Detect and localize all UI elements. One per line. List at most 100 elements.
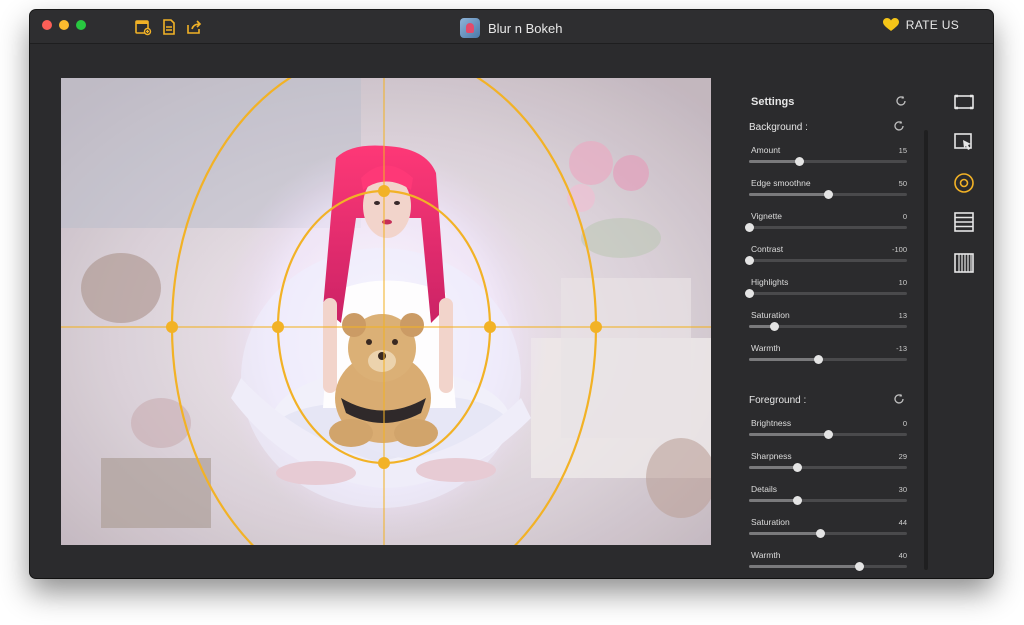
slider-fill (749, 358, 819, 361)
slider-label: Brightness (751, 418, 792, 428)
background-slider-highlights[interactable]: Highlights 10 (744, 277, 907, 301)
slider-track[interactable] (744, 223, 907, 232)
slider-knob[interactable] (744, 256, 754, 265)
slider-value: 15 (898, 146, 907, 155)
reset-foreground-icon[interactable] (893, 393, 905, 405)
slider-label: Contrast (751, 244, 784, 254)
slider-value: 10 (898, 278, 907, 287)
slider-track[interactable] (749, 463, 907, 472)
slider-value: 50 (898, 179, 907, 188)
slider-fill (749, 466, 798, 469)
slider-track[interactable] (744, 289, 907, 298)
outer-left-handle (166, 321, 178, 333)
inner-right-handle (484, 321, 496, 333)
slider-track[interactable] (749, 529, 907, 538)
outer-right-handle (590, 321, 602, 333)
app-title-text: Blur n Bokeh (488, 20, 563, 36)
slider-knob[interactable] (814, 355, 824, 364)
slider-value: 13 (898, 311, 907, 320)
slider-track[interactable] (749, 562, 907, 571)
slider-track[interactable] (744, 256, 907, 265)
slider-fill (749, 193, 828, 196)
slider-value: -100 (891, 245, 907, 254)
background-slider-saturation[interactable]: Saturation 13 (749, 310, 907, 334)
slider-fill (749, 565, 860, 568)
background-slider-vignette[interactable]: Vignette 0 (744, 211, 907, 235)
background-slider-contrast[interactable]: Contrast -100 (744, 244, 907, 268)
crop-icon[interactable] (952, 90, 976, 114)
foreground-slider-warmth[interactable]: Warmth 40 (749, 550, 907, 574)
close-window-button[interactable] (42, 20, 52, 30)
background-slider-amount[interactable]: Amount 15 (749, 145, 907, 169)
slider-label: Warmth (751, 550, 781, 560)
inner-bottom-handle (378, 457, 390, 469)
radial-focus-icon[interactable] (952, 171, 976, 195)
background-slider-edge-smoothness[interactable]: Edge smoothne 50 (749, 178, 907, 202)
slider-knob[interactable] (744, 223, 754, 232)
slider-knob[interactable] (823, 430, 833, 439)
settings-title: Settings (751, 96, 795, 108)
slider-label: Amount (751, 145, 781, 155)
slider-label: Highlights (751, 277, 789, 287)
edited-photo (61, 78, 711, 545)
foreground-slider-sharpness[interactable]: Sharpness 29 (749, 451, 907, 475)
linear-stripes-icon[interactable] (952, 210, 976, 234)
settings-scrollbar[interactable] (924, 130, 928, 570)
inner-left-handle (272, 321, 284, 333)
select-region-icon[interactable] (952, 130, 976, 154)
slider-knob[interactable] (795, 157, 805, 166)
slider-value: 40 (898, 551, 907, 560)
photo-canvas[interactable] (61, 78, 711, 545)
open-image-icon[interactable] (134, 18, 152, 36)
slider-track[interactable] (749, 355, 907, 364)
slider-fill (749, 499, 798, 502)
app-window: Blur n Bokeh RATE US Settings Background… (30, 10, 993, 578)
background-slider-warmth[interactable]: Warmth -13 (749, 343, 907, 367)
settings-panel: Settings Background : Amount 15 Edge smoot… (744, 80, 939, 571)
slider-knob[interactable] (855, 562, 865, 571)
inner-top-handle (378, 185, 390, 197)
slider-fill (749, 532, 821, 535)
maximize-window-button[interactable] (76, 20, 86, 30)
slider-label: Sharpness (751, 451, 792, 461)
slider-knob[interactable] (793, 496, 803, 505)
slider-label: Edge smoothne (751, 178, 811, 188)
reset-background-icon[interactable] (893, 120, 905, 132)
slider-label: Details (751, 484, 777, 494)
foreground-slider-details[interactable]: Details 30 (749, 484, 907, 508)
slider-knob[interactable] (769, 322, 779, 331)
slider-track[interactable] (749, 190, 907, 199)
title-bar: Blur n Bokeh RATE US (30, 10, 993, 44)
background-section-label: Background : (749, 122, 808, 133)
slider-label: Vignette (751, 211, 783, 221)
share-export-icon[interactable] (185, 18, 203, 36)
slider-value: 0 (902, 212, 907, 221)
app-logo-icon (460, 18, 480, 38)
slider-label: Saturation (751, 310, 790, 320)
slider-knob[interactable] (793, 463, 803, 472)
slider-label: Saturation (751, 517, 790, 527)
document-icon[interactable] (160, 18, 178, 36)
foreground-slider-saturation[interactable]: Saturation 44 (749, 517, 907, 541)
foreground-section-label: Foreground : (749, 395, 807, 406)
slider-knob[interactable] (823, 190, 833, 199)
slider-track[interactable] (749, 496, 907, 505)
slider-track[interactable] (749, 322, 907, 331)
slider-value: 0 (902, 419, 907, 428)
heart-icon (882, 18, 899, 31)
vertical-stripes-icon[interactable] (952, 251, 976, 275)
slider-fill (749, 160, 800, 163)
slider-track[interactable] (749, 430, 907, 439)
slider-knob[interactable] (815, 529, 825, 538)
slider-knob[interactable] (744, 289, 754, 298)
minimize-window-button[interactable] (59, 20, 69, 30)
slider-label: Warmth (751, 343, 781, 353)
rate-us-label: RATE US (905, 18, 959, 32)
slider-track[interactable] (749, 157, 907, 166)
window-title: Blur n Bokeh (460, 18, 562, 38)
reset-all-icon[interactable] (895, 95, 907, 107)
slider-value: 44 (898, 518, 907, 527)
foreground-slider-brightness[interactable]: Brightness 0 (749, 418, 907, 442)
slider-fill (749, 433, 828, 436)
rate-us-button[interactable]: RATE US (882, 18, 959, 32)
